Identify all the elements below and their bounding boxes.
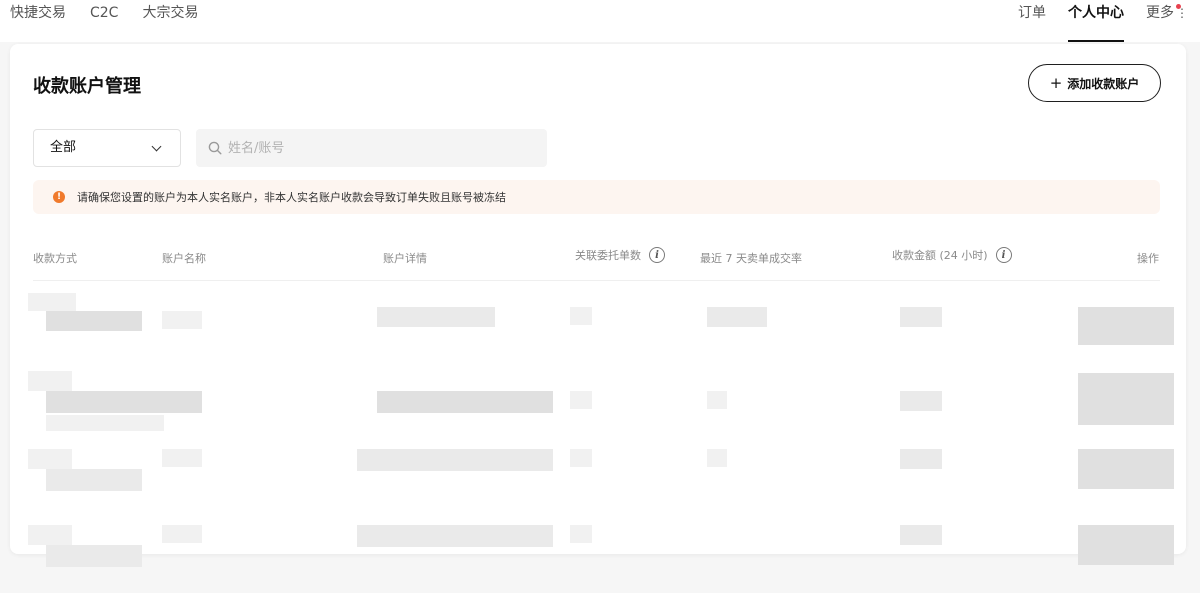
nav-c2c[interactable]: C2C	[90, 4, 118, 22]
plus-icon: +	[1049, 74, 1063, 92]
warning-notice: ! 请确保您设置的账户为本人实名账户，非本人实名账户收款会导致订单失败且账号被冻…	[33, 180, 1160, 214]
chevron-down-icon	[151, 141, 162, 152]
nav-quick-trade[interactable]: 快捷交易	[10, 4, 66, 22]
warning-notice-text: 请确保您设置的账户为本人实名账户，非本人实名账户收款会导致订单失败且账号被冻结	[77, 191, 506, 204]
warning-icon: !	[53, 191, 65, 203]
nav-more-label: 更多	[1146, 5, 1174, 21]
filter-select-value: 全部	[50, 140, 77, 155]
table-body	[10, 281, 1186, 581]
top-navigation: 快捷交易 C2C 大宗交易 订单 个人中心 更多 ⋮	[0, 0, 1200, 42]
column-header-sell-completion-rate: 最近 7 天卖单成交率	[700, 252, 802, 265]
info-icon[interactable]: i	[649, 247, 665, 263]
nav-more[interactable]: 更多 ⋮	[1146, 4, 1188, 22]
nav-personal-center[interactable]: 个人中心	[1068, 4, 1124, 42]
add-button-label: 添加收款账户	[1067, 76, 1140, 91]
search-icon	[208, 141, 222, 155]
received-amount-label: 收款金额 (24 小时)	[892, 249, 988, 262]
nav-block-trade[interactable]: 大宗交易	[142, 4, 198, 22]
column-header-account-name: 账户名称	[162, 252, 206, 265]
table-row	[10, 515, 1186, 593]
payment-method-filter-select[interactable]: 全部	[33, 129, 181, 167]
search-box	[196, 129, 547, 167]
column-header-linked-orders: 关联委托单数 i	[575, 247, 665, 263]
page-title: 收款账户管理	[33, 76, 141, 97]
top-nav-left: 快捷交易 C2C 大宗交易	[10, 4, 222, 22]
column-header-received-amount: 收款金额 (24 小时) i	[892, 247, 1012, 263]
table-row	[10, 359, 1186, 437]
nav-orders[interactable]: 订单	[1018, 4, 1046, 22]
top-nav-right: 订单 个人中心 更多 ⋮	[996, 4, 1188, 42]
info-icon[interactable]: i	[995, 247, 1012, 263]
add-payment-account-button[interactable]: + 添加收款账户	[1028, 64, 1161, 102]
column-header-payment-method: 收款方式	[33, 252, 77, 265]
table-row	[10, 437, 1186, 515]
linked-orders-label: 关联委托单数	[575, 249, 641, 262]
table-row	[10, 281, 1186, 359]
kebab-menu-icon: ⋮	[1176, 6, 1188, 20]
search-input[interactable]	[228, 129, 538, 167]
main-card: 收款账户管理 + 添加收款账户 全部 ! 请确保您设置的账户为本人实名账户，非本…	[10, 44, 1186, 567]
table-header: 收款方式 账户名称 账户详情 关联委托单数 i 最近 7 天卖单成交率 收款金额…	[10, 244, 1186, 274]
column-header-account-details: 账户详情	[383, 252, 427, 265]
column-header-actions: 操作	[1137, 252, 1159, 265]
